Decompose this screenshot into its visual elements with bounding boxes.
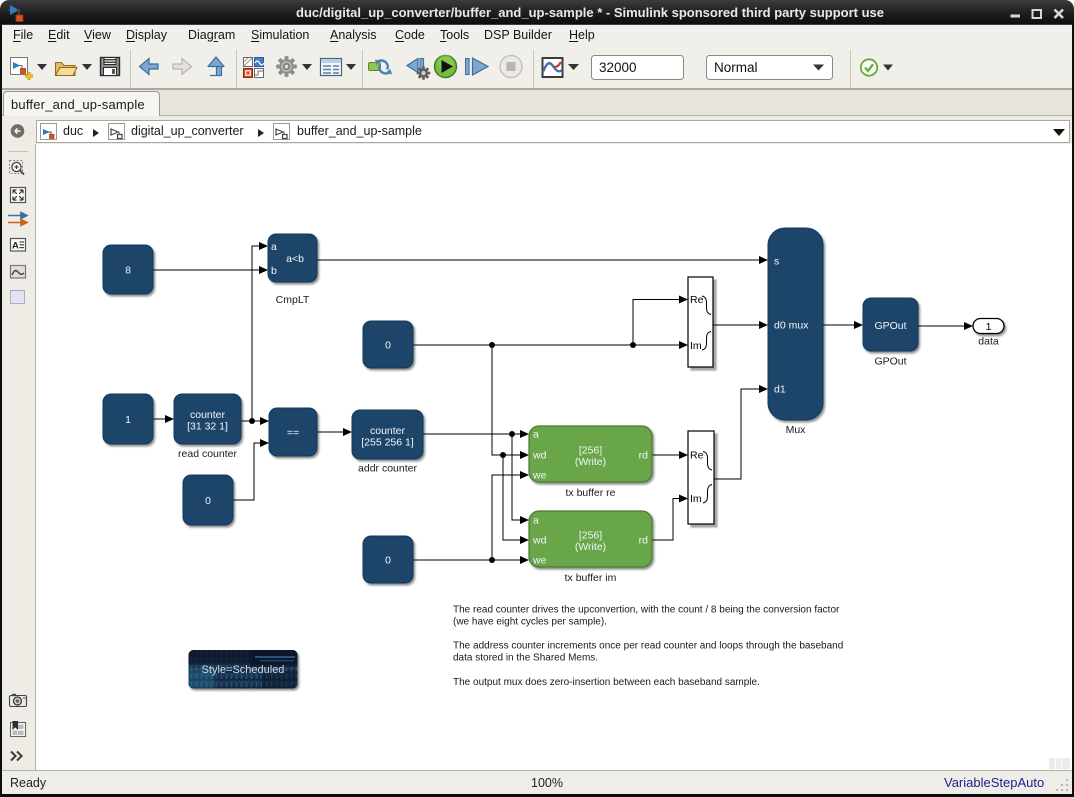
svg-text:[255 256 1]: [255 256 1]: [361, 437, 414, 449]
svg-text:The output mux does zero-inser: The output mux does zero-insertion betwe…: [453, 677, 760, 688]
svg-text:1: 1: [125, 414, 131, 426]
svg-text:a: a: [271, 241, 277, 253]
svg-text:wd: wd: [532, 450, 547, 462]
svg-text:The read counter drives the up: The read counter drives the upconvertion…: [453, 605, 840, 616]
svg-text:tx buffer im: tx buffer im: [565, 572, 617, 584]
svg-text:(Write): (Write): [575, 541, 606, 553]
svg-text:==: ==: [287, 427, 299, 439]
svg-text:0: 0: [205, 495, 211, 507]
svg-text:data: data: [978, 336, 999, 348]
svg-text:Re: Re: [690, 294, 704, 306]
svg-text:a: a: [533, 429, 539, 441]
svg-text:read counter: read counter: [178, 448, 237, 460]
svg-text:Im: Im: [690, 493, 702, 505]
svg-text:(we have eight cycles per samp: (we have eight cycles per sample).: [453, 617, 607, 628]
svg-text:d1: d1: [774, 384, 786, 396]
svg-text:a<b: a<b: [286, 253, 304, 265]
svg-text:rd: rd: [639, 535, 648, 547]
svg-text:GPOut: GPOut: [874, 356, 906, 368]
svg-text:d0 mux: d0 mux: [774, 320, 809, 332]
svg-text:we: we: [532, 555, 547, 567]
svg-text:0: 0: [385, 340, 391, 352]
svg-text:Style=Scheduled: Style=Scheduled: [202, 664, 285, 676]
svg-text:(Write): (Write): [575, 456, 606, 468]
svg-text:Normal: Normal: [714, 60, 758, 75]
svg-text:rd: rd: [639, 450, 648, 462]
svg-text:[31 32 1]: [31 32 1]: [187, 421, 228, 433]
svg-text:a: a: [533, 515, 539, 527]
svg-text:Mux: Mux: [786, 424, 807, 436]
svg-text:A: A: [12, 241, 19, 252]
svg-text:[256]: [256]: [579, 530, 602, 542]
svg-text:tx buffer re: tx buffer re: [566, 487, 616, 499]
svg-text:Re: Re: [690, 450, 704, 462]
svg-text:32000: 32000: [599, 60, 637, 75]
svg-text:counter: counter: [370, 425, 406, 437]
svg-text:Im: Im: [690, 340, 702, 352]
svg-text:data stored in the Shared Mems: data stored in the Shared Mems.: [453, 653, 598, 664]
svg-text:0: 0: [385, 555, 391, 567]
svg-text:we: we: [532, 470, 547, 482]
svg-text:b: b: [271, 265, 277, 277]
svg-text:8: 8: [125, 265, 131, 277]
svg-text:addr counter: addr counter: [358, 463, 417, 475]
svg-text:GPOut: GPOut: [874, 320, 906, 332]
svg-text:counter: counter: [190, 409, 226, 421]
svg-text:[256]: [256]: [579, 445, 602, 457]
svg-text:1: 1: [986, 321, 992, 333]
svg-text:s: s: [774, 256, 779, 268]
svg-text:wd: wd: [532, 535, 547, 547]
svg-text:The address counter increments: The address counter increments once per …: [453, 641, 843, 652]
svg-text:CmpLT: CmpLT: [276, 294, 310, 306]
